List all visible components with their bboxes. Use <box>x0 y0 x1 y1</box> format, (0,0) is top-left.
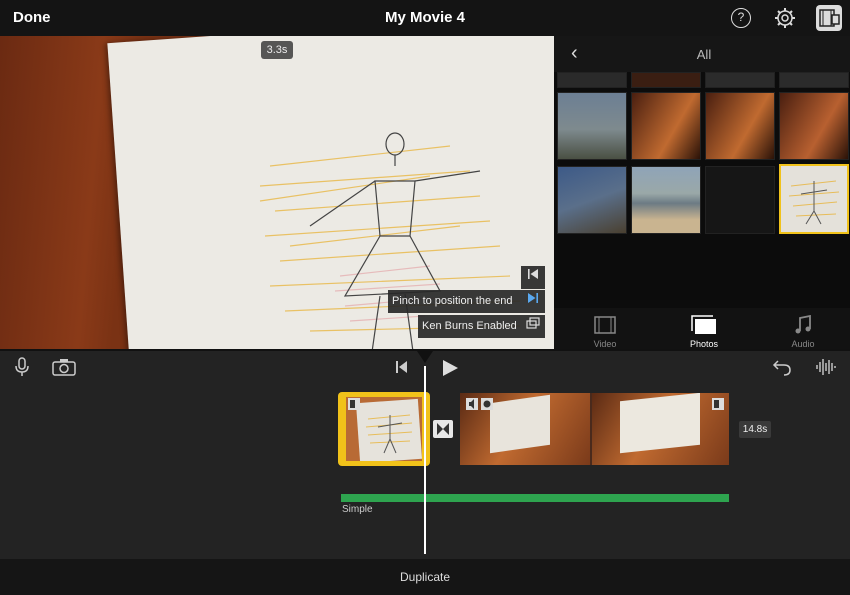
help-icon[interactable]: ? <box>731 8 751 28</box>
transition-button[interactable] <box>433 420 453 438</box>
clip-ken-burns-badge-icon <box>712 398 724 410</box>
photos-icon <box>691 315 716 334</box>
set-start-icon[interactable] <box>521 266 545 289</box>
filmstrip-icon <box>594 316 616 334</box>
duplicate-button[interactable]: Duplicate <box>0 570 850 584</box>
media-browser-title: All <box>696 47 712 62</box>
camera-icon[interactable] <box>52 358 76 376</box>
ken-burns-badge-icon <box>348 398 360 410</box>
top-bar <box>0 0 850 36</box>
media-thumbnail[interactable] <box>705 72 775 88</box>
playhead-marker <box>417 351 433 363</box>
tab-photos-label: Photos <box>689 339 719 349</box>
set-end-icon[interactable] <box>521 290 545 313</box>
media-thumbnail[interactable] <box>779 72 849 88</box>
clip-audio-badge-icon <box>466 398 493 410</box>
tab-audio-label: Audio <box>791 339 815 349</box>
media-thumbnail-building[interactable] <box>557 166 627 234</box>
playhead-time-badge: 3.3s <box>261 41 293 59</box>
microphone-icon[interactable] <box>14 357 30 377</box>
media-thumbnail[interactable] <box>631 92 701 160</box>
pinch-tooltip-label: Pinch to position the end <box>388 290 521 313</box>
tab-video-label: Video <box>593 339 617 349</box>
media-thumbnail-beach[interactable] <box>631 166 701 234</box>
skip-to-start-icon[interactable] <box>394 360 408 374</box>
audio-waveform-icon[interactable] <box>815 357 837 377</box>
media-thumbnail-selected[interactable] <box>779 164 849 234</box>
media-thumbnail[interactable] <box>631 72 701 88</box>
media-thumbnail-city[interactable] <box>557 92 627 160</box>
video-clip[interactable] <box>460 393 729 465</box>
project-settings-icon[interactable] <box>816 5 842 31</box>
tab-video[interactable]: Video <box>556 311 654 349</box>
media-thumbnail[interactable] <box>705 92 775 160</box>
clip-duration-badge: 14.8s <box>739 421 771 438</box>
tab-audio[interactable]: Audio <box>754 311 850 349</box>
ken-burns-icon[interactable] <box>521 315 545 338</box>
music-note-icon <box>795 314 811 334</box>
play-icon[interactable] <box>440 358 460 378</box>
ken-burns-tooltip-label: Ken Burns Enabled <box>418 315 521 338</box>
settings-icon[interactable] <box>774 7 796 29</box>
done-button[interactable]: Done <box>13 9 51 26</box>
playhead-line[interactable] <box>424 366 426 554</box>
tab-photos[interactable]: Photos <box>655 311 753 349</box>
background-music-track[interactable] <box>341 494 729 502</box>
media-thumbnail[interactable] <box>705 166 775 234</box>
undo-icon[interactable] <box>771 357 793 377</box>
media-thumbnail[interactable] <box>779 92 849 160</box>
media-thumbnail[interactable] <box>557 72 627 88</box>
background-music-label: Simple <box>342 504 373 515</box>
